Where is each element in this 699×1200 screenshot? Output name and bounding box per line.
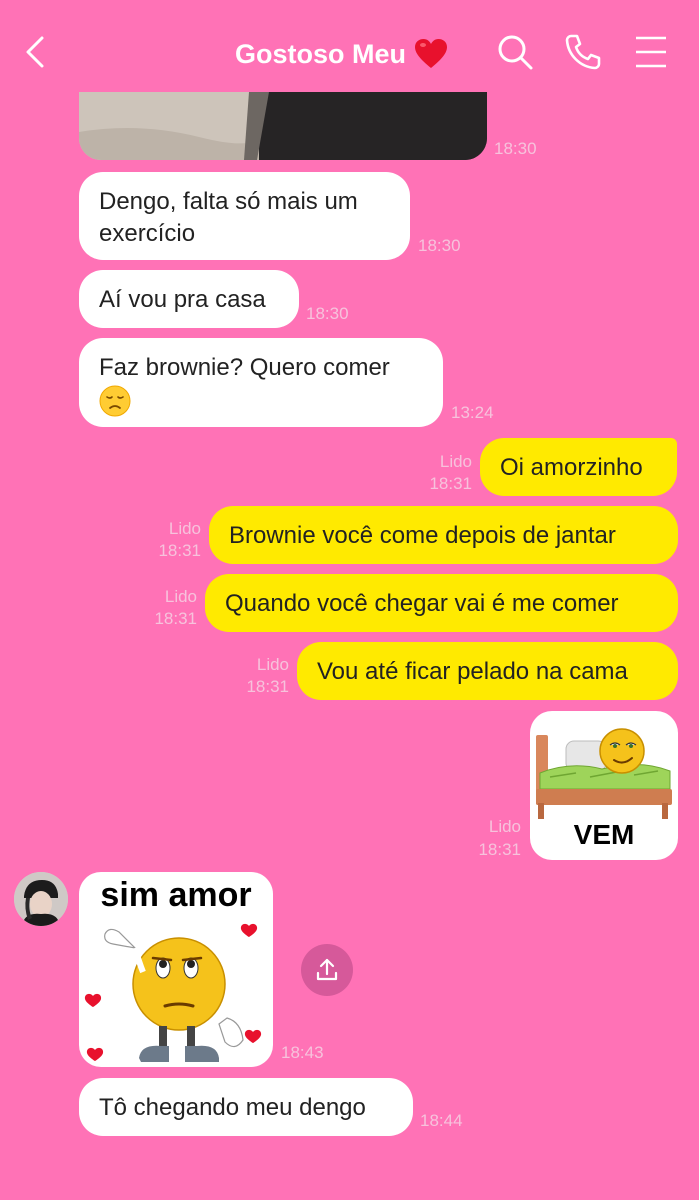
phone-icon <box>565 34 601 70</box>
menu-icon <box>636 36 666 68</box>
search-button[interactable] <box>495 32 535 72</box>
read-receipt: Lido <box>168 519 201 538</box>
outgoing-message[interactable]: Quando você chegar vai é me comer <box>205 574 678 632</box>
outgoing-message[interactable]: Vou até ficar pelado na cama <box>297 642 678 700</box>
contact-avatar[interactable] <box>14 872 68 926</box>
contact-name: Gostoso Meu <box>235 38 407 69</box>
photo-message[interactable] <box>79 92 487 160</box>
timestamp: 18:44 <box>420 1111 463 1130</box>
message-text: Dengo, falta só mais um <box>99 188 358 215</box>
message-text: Aí vou pra casa <box>99 286 266 313</box>
sticker-caption: VEM <box>573 819 635 850</box>
search-icon <box>498 35 533 70</box>
bed-smiley-sticker <box>536 728 672 819</box>
timestamp: 18:43 <box>281 1043 324 1062</box>
timestamp: 18:31 <box>158 541 201 560</box>
avatar-photo <box>14 872 68 926</box>
incoming-message[interactable]: Dengo, falta só mais um exercício <box>79 172 410 260</box>
read-receipt: Lido <box>164 587 197 606</box>
outgoing-message[interactable]: Brownie você come depois de jantar <box>209 506 678 564</box>
call-button[interactable] <box>563 32 603 72</box>
timestamp: 18:31 <box>429 474 472 493</box>
message-text: Faz brownie? Quero comer <box>99 354 390 381</box>
timestamp: 18:31 <box>478 840 521 859</box>
message-text: Vou até ficar pelado na cama <box>317 658 628 685</box>
message-text: Brownie você come depois de jantar <box>229 522 616 549</box>
sticker-message-vem[interactable]: VEM <box>530 711 678 860</box>
read-receipt: Lido <box>488 817 521 836</box>
timestamp: 18:31 <box>246 677 289 696</box>
timestamp: 18:30 <box>306 304 349 323</box>
heart-icon <box>415 39 448 68</box>
share-icon <box>316 958 338 981</box>
back-button[interactable] <box>22 34 52 70</box>
back-icon <box>26 36 44 68</box>
chat-screen: Gostoso Meu 18:30 Dengo, falta só mais u… <box>0 0 699 1200</box>
saluting-smiley-sticker <box>84 923 262 1062</box>
timestamp: 18:30 <box>494 139 537 158</box>
incoming-message[interactable]: Tô chegando meu dengo <box>79 1078 413 1136</box>
outgoing-message[interactable]: Oi amorzinho <box>480 438 677 496</box>
timestamp: 18:31 <box>154 609 197 628</box>
message-list[interactable]: 18:30 Dengo, falta só mais um exercício … <box>0 92 699 1200</box>
read-receipt: Lido <box>439 452 472 471</box>
photo-thumbnail <box>79 92 487 160</box>
message-text: Tô chegando meu dengo <box>99 1094 366 1121</box>
message-text: Quando você chegar vai é me comer <box>225 590 619 617</box>
share-button[interactable] <box>301 944 353 996</box>
message-text: Oi amorzinho <box>500 454 643 481</box>
disappointed-face-icon <box>99 385 131 417</box>
read-receipt: Lido <box>256 655 289 674</box>
menu-button[interactable] <box>632 32 672 72</box>
timestamp: 13:24 <box>451 403 494 422</box>
incoming-message[interactable]: Faz brownie? Quero comer <box>79 338 443 427</box>
chat-header: Gostoso Meu <box>0 0 699 92</box>
sticker-message-sim-amor[interactable]: sim amor <box>79 872 273 1067</box>
chat-title[interactable]: Gostoso Meu <box>235 34 448 74</box>
sticker-caption: sim amor <box>100 876 252 914</box>
timestamp: 18:30 <box>418 236 461 255</box>
message-text: exercício <box>99 220 196 247</box>
incoming-message[interactable]: Aí vou pra casa <box>79 270 299 328</box>
